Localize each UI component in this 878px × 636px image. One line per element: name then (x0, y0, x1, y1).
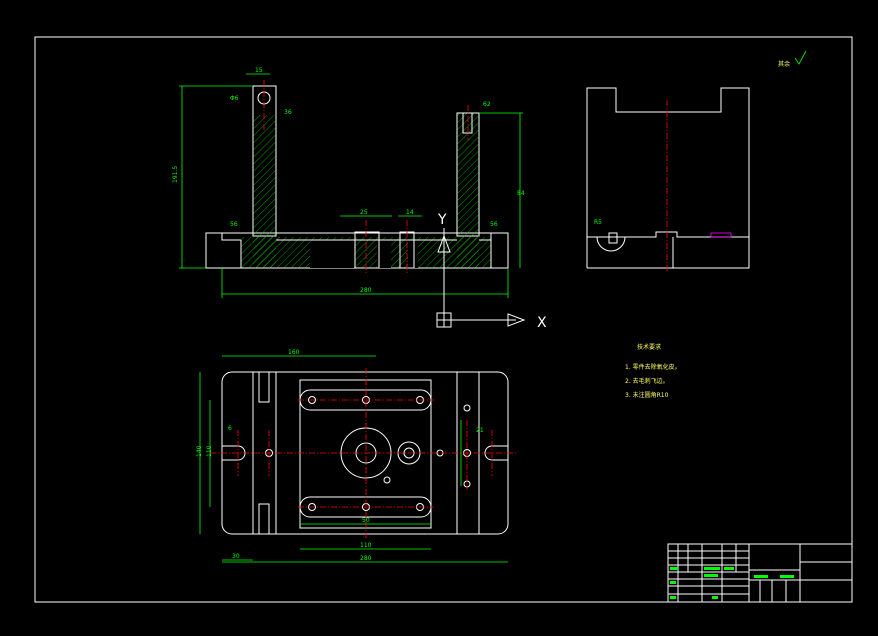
tech-requirement-item: 2. 去毛刺飞边。 (625, 377, 669, 385)
svg-text:14: 14 (406, 209, 414, 216)
title-block (667, 543, 853, 603)
svg-text:56: 56 (490, 221, 498, 228)
svg-text:21: 21 (476, 427, 484, 434)
dim-plan-bottom: 280 (360, 555, 372, 562)
dim-overall-width: 280 (360, 287, 372, 294)
svg-text:25: 25 (360, 209, 368, 216)
tech-requirements-title: 技术要求 (637, 343, 661, 351)
roughness-symbol: 其余 (778, 50, 807, 68)
svg-text:50: 50 (362, 517, 370, 524)
svg-text:R5: R5 (594, 219, 602, 226)
dim-plan-center: 110 (360, 542, 372, 549)
axis-label-x: X (537, 315, 547, 331)
svg-text:140: 140 (196, 445, 203, 457)
svg-text:62: 62 (483, 101, 491, 108)
tech-requirement-item: 3. 未注圆角R10 (625, 391, 669, 399)
tech-requirements: 技术要求 1. 零件去除氧化皮。 2. 去毛刺飞边。 3. 未注圆角R10 (625, 343, 681, 399)
base-section-hatch (241, 237, 491, 268)
side-view: R5 (586, 87, 750, 272)
dim-side-height: 84 (517, 190, 525, 197)
svg-text:Φ6: Φ6 (230, 95, 239, 102)
dim-plan-top: 160 (288, 349, 300, 356)
svg-text:110: 110 (206, 445, 213, 457)
svg-text:15: 15 (255, 67, 263, 74)
drawing-sheet: 其余 191.5 84 280 25 14 15 Φ6 36 62 56 56 … (34, 36, 853, 603)
svg-text:30: 30 (232, 553, 240, 560)
dim-total-height: 191.5 (172, 166, 179, 183)
axis-label-y: Y (437, 212, 447, 228)
roughness-label: 其余 (778, 60, 790, 68)
coordinate-axes: Y X (436, 212, 547, 331)
svg-text:36: 36 (284, 109, 292, 116)
tech-requirement-item: 1. 零件去除氧化皮。 (625, 363, 681, 371)
svg-text:6: 6 (228, 425, 232, 432)
svg-text:56: 56 (230, 221, 238, 228)
plan-view: 160 280 110 50 140 110 30 21 6 (196, 349, 518, 563)
front-view: 191.5 84 280 25 14 15 Φ6 36 62 56 56 (172, 67, 525, 298)
